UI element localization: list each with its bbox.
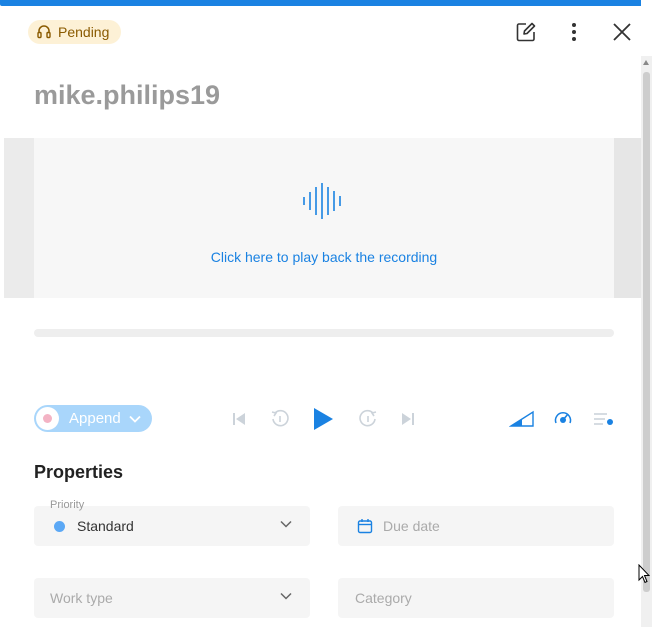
chevron-down-icon bbox=[280, 592, 292, 600]
playback-settings-button[interactable] bbox=[589, 405, 617, 433]
skip-back-icon bbox=[233, 413, 245, 425]
rewind-icon bbox=[271, 409, 289, 427]
priority-label: Priority bbox=[50, 499, 85, 511]
properties-heading: Properties bbox=[34, 462, 124, 482]
append-label: Append bbox=[69, 410, 121, 427]
mouse-cursor-icon bbox=[638, 564, 650, 584]
chevron-down-icon bbox=[280, 520, 292, 528]
headset-icon bbox=[37, 25, 51, 39]
status-badge-label: Pending bbox=[58, 24, 110, 40]
calendar-icon bbox=[357, 519, 373, 534]
rewind-button[interactable] bbox=[266, 405, 294, 433]
more-icon bbox=[572, 23, 576, 41]
forward-icon bbox=[359, 409, 377, 427]
edit-button[interactable] bbox=[514, 20, 538, 44]
player-left-strip bbox=[4, 138, 34, 298]
scrollbar-thumb[interactable] bbox=[643, 72, 650, 592]
page-title: mike.philips19 bbox=[34, 80, 221, 110]
work-type-placeholder: Work type bbox=[50, 590, 113, 606]
play-button[interactable] bbox=[309, 405, 337, 433]
scroll-up-icon[interactable] bbox=[643, 60, 649, 65]
play-recording-link[interactable]: Click here to play back the recording bbox=[34, 249, 614, 265]
vertical-scrollbar[interactable] bbox=[641, 56, 652, 627]
skip-to-end-button[interactable] bbox=[394, 405, 422, 433]
play-icon bbox=[314, 408, 333, 430]
playback-progress-bar[interactable] bbox=[34, 329, 614, 337]
append-button[interactable]: Append bbox=[34, 405, 152, 432]
record-dot-icon bbox=[43, 414, 52, 423]
skip-forward-icon bbox=[402, 413, 414, 425]
speed-icon bbox=[554, 412, 572, 424]
category-field[interactable]: Category bbox=[338, 578, 614, 618]
chevron-down-icon bbox=[129, 415, 141, 423]
skip-to-start-button[interactable] bbox=[225, 405, 253, 433]
close-button[interactable] bbox=[610, 20, 634, 44]
priority-value: Standard bbox=[77, 518, 134, 534]
priority-select[interactable]: Priority Standard bbox=[34, 499, 310, 546]
category-placeholder: Category bbox=[355, 590, 412, 606]
due-date-field[interactable]: Due date bbox=[338, 506, 614, 546]
due-date-placeholder: Due date bbox=[383, 518, 440, 534]
volume-button[interactable] bbox=[508, 405, 536, 433]
settings-list-icon bbox=[594, 413, 613, 425]
work-type-select[interactable]: Work type bbox=[34, 578, 310, 618]
edit-icon bbox=[516, 22, 536, 42]
close-icon bbox=[613, 23, 631, 41]
top-accent-bar bbox=[0, 0, 641, 6]
priority-dot-icon bbox=[54, 520, 65, 532]
status-badge: Pending bbox=[28, 20, 122, 44]
more-options-button[interactable] bbox=[562, 20, 586, 44]
waveform-icon bbox=[303, 183, 341, 219]
volume-icon bbox=[509, 410, 534, 427]
fast-forward-button[interactable] bbox=[354, 405, 382, 433]
player-right-strip bbox=[614, 138, 641, 298]
playback-speed-button[interactable] bbox=[549, 405, 577, 433]
record-toggle[interactable] bbox=[36, 407, 59, 430]
